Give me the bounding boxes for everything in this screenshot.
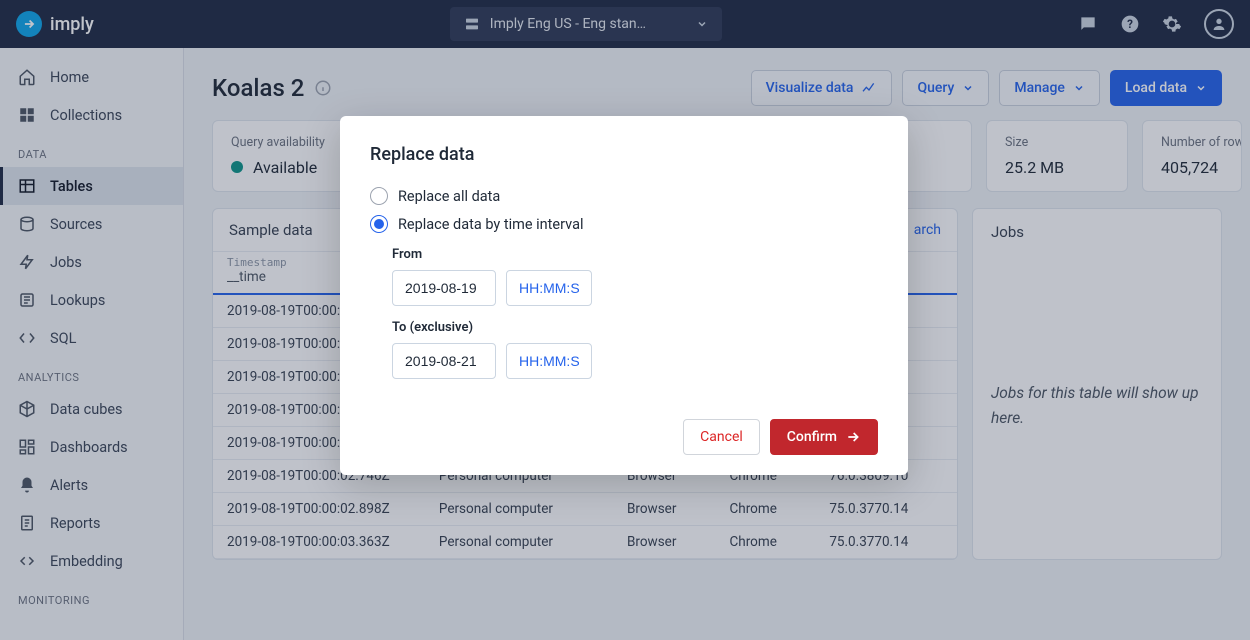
- radio-label: Replace all data: [398, 188, 500, 205]
- modal-title: Replace data: [370, 144, 878, 165]
- radio-replace-all[interactable]: Replace all data: [370, 187, 878, 205]
- cancel-button[interactable]: Cancel: [683, 419, 760, 455]
- to-time-input[interactable]: [506, 343, 592, 379]
- field-label: To (exclusive): [392, 320, 878, 335]
- radio-label: Replace data by time interval: [398, 216, 583, 233]
- to-date-input[interactable]: [392, 343, 496, 379]
- radio-icon: [370, 187, 388, 205]
- from-field-group: From: [392, 247, 878, 306]
- modal-footer: Cancel Confirm: [370, 419, 878, 455]
- from-date-input[interactable]: [392, 270, 496, 306]
- field-label: From: [392, 247, 878, 262]
- radio-replace-interval[interactable]: Replace data by time interval: [370, 215, 878, 233]
- to-field-group: To (exclusive): [392, 320, 878, 379]
- radio-icon: [370, 215, 388, 233]
- from-time-input[interactable]: [506, 270, 592, 306]
- replace-data-modal: Replace data Replace all data Replace da…: [340, 116, 908, 475]
- confirm-button[interactable]: Confirm: [770, 419, 878, 455]
